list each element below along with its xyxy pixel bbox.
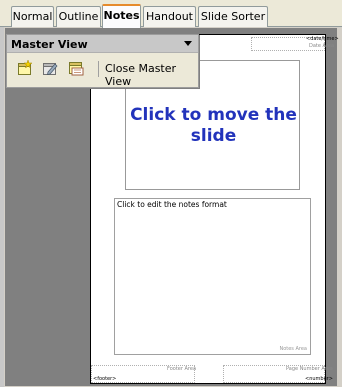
tab-handout[interactable]: Handout xyxy=(143,6,196,27)
tab-notes[interactable]: Notes xyxy=(102,4,141,28)
page-number-area-label: Page Number Area xyxy=(286,366,333,372)
tab-outline[interactable]: Outline xyxy=(56,6,101,27)
notes-placeholder[interactable]: Click to edit the notes format Notes Are… xyxy=(114,198,311,355)
delete-master-icon[interactable] xyxy=(68,60,84,76)
notes-placeholder-text: Click to edit the notes format xyxy=(117,200,227,209)
toolbar-title: Master View xyxy=(11,38,88,51)
notes-area-label: Notes Area xyxy=(279,346,307,352)
date-area-label: Date Area xyxy=(309,43,335,49)
footer-area-label: Footer Area xyxy=(167,366,197,372)
page-number-field: <number> xyxy=(305,376,333,382)
new-master-icon[interactable] xyxy=(17,59,33,76)
view-tab-bar: Normal Outline Notes Handout Slide Sorte… xyxy=(0,0,342,28)
toolbar-separator xyxy=(98,61,99,77)
footer-field: <footer> xyxy=(93,376,117,382)
date-time-field: <date/time> xyxy=(306,36,339,42)
master-view-toolbar: Master View Close Master View xyxy=(6,34,199,88)
slide-placeholder-text: Click to move the slide xyxy=(130,105,297,146)
close-master-view-button[interactable]: Close Master View xyxy=(105,62,198,88)
rename-master-icon[interactable] xyxy=(42,60,58,76)
toolbar-title-bar[interactable]: Master View xyxy=(7,35,198,53)
tab-normal[interactable]: Normal xyxy=(11,6,54,27)
panel-divider[interactable] xyxy=(0,27,4,387)
tab-slide-sorter[interactable]: Slide Sorter xyxy=(198,6,268,27)
chevron-down-icon[interactable] xyxy=(184,41,192,46)
